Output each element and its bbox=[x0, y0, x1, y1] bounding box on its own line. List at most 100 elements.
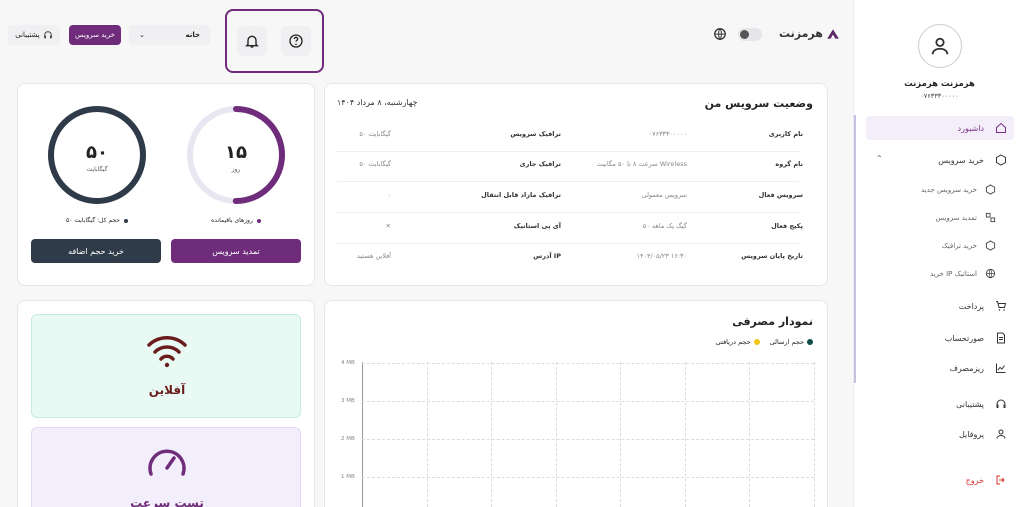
chart-y-axis bbox=[362, 362, 363, 507]
sidebar-item-logout[interactable]: خروج bbox=[866, 468, 1014, 492]
sidebar-item-payment[interactable]: پرداخت bbox=[866, 294, 1014, 318]
user-icon bbox=[994, 427, 1008, 441]
document-icon bbox=[994, 331, 1008, 345]
sidebar-sub-label: خرید IP استاتیک bbox=[930, 270, 977, 278]
support-button[interactable]: پشتیبانی bbox=[8, 25, 60, 45]
legend-dot bbox=[124, 219, 129, 223]
service-status-title: وضعیت سرویس من bbox=[704, 97, 813, 110]
brand-name: هرمزنت bbox=[779, 27, 823, 40]
sidebar-item-profile[interactable]: پروفایل bbox=[866, 422, 1014, 446]
renew-service-label: تمدید سرویس bbox=[212, 246, 260, 256]
status-row-label: تاریخ پایان سرویس bbox=[741, 252, 803, 260]
theme-toggle[interactable] bbox=[738, 28, 762, 41]
speedtest-tile[interactable]: تست سرعت bbox=[31, 427, 301, 507]
speedtest-label: تست سرعت bbox=[130, 496, 204, 507]
row-divider bbox=[337, 151, 799, 152]
status-row-label: ترافیک مازاد قابل انتقال bbox=[481, 191, 561, 199]
chart-y-tick-label: 4 MB bbox=[341, 360, 355, 366]
status-row-label: پکیج فعال bbox=[771, 222, 803, 230]
days-legend: روزهای باقیمانده bbox=[185, 217, 287, 224]
user-name: هرمزنت هرمزنت bbox=[904, 79, 975, 89]
add-volume-button[interactable]: خرید حجم اضافه bbox=[31, 239, 161, 263]
sidebar-item-dashboard[interactable]: داشبورد bbox=[866, 116, 1014, 140]
sidebar-sub-new-service[interactable]: خرید سرویس جدید bbox=[921, 180, 996, 200]
legend-received: حجم دریافتی bbox=[716, 338, 760, 346]
sidebar-item-label: خروج bbox=[965, 475, 984, 485]
row-divider bbox=[337, 243, 799, 244]
chart-gridline bbox=[362, 401, 814, 402]
sidebar-sub-label: خرید ترافیک bbox=[941, 242, 977, 250]
legend-dot bbox=[807, 339, 813, 345]
days-label: روزهای باقیمانده bbox=[211, 217, 253, 224]
speedometer-icon bbox=[148, 449, 186, 476]
user-icon bbox=[931, 37, 949, 55]
sidebar-sub-buy-traffic[interactable]: خرید ترافیک bbox=[941, 236, 996, 256]
support-label: پشتیبانی bbox=[15, 31, 40, 39]
legend-sent: حجم ارسالی bbox=[770, 338, 813, 346]
days-value: ۱۵ bbox=[225, 142, 247, 163]
brand-logo[interactable]: هرمزنت bbox=[779, 27, 840, 40]
service-status-date: چهارشنبه، ۸ مرداد ۱۴۰۴ bbox=[337, 98, 418, 107]
chart-icon bbox=[994, 361, 1008, 375]
days-unit: روز bbox=[231, 166, 241, 173]
wifi-icon bbox=[147, 336, 187, 368]
help-button[interactable] bbox=[281, 26, 311, 56]
brand-mark-icon bbox=[827, 28, 839, 39]
sidebar-item-buy-service[interactable]: ⌃ خرید سرویس bbox=[866, 148, 1014, 172]
sidebar: هرمزنت هرمزنت ۰۷۶۳۳۳۰۰۰۰۰ داشبورد ⌃ خرید… bbox=[853, 0, 1024, 507]
chart-gridline bbox=[427, 362, 428, 507]
volume-label: حجم کل: گیگابایت ۵۰ bbox=[65, 217, 121, 224]
notifications-button[interactable] bbox=[237, 26, 267, 56]
chevron-up-icon: ⌃ bbox=[876, 154, 883, 163]
question-icon bbox=[289, 34, 303, 48]
avatar[interactable] bbox=[918, 24, 962, 68]
sidebar-item-label: پروفایل bbox=[958, 429, 984, 439]
legend-dot bbox=[256, 219, 261, 223]
chart-gridline bbox=[491, 362, 492, 507]
renew-service-button[interactable]: تمدید سرویس bbox=[171, 239, 301, 263]
status-row-value: آفلاین هستید bbox=[356, 252, 391, 260]
buy-service-button[interactable]: خرید سرویس bbox=[69, 25, 121, 45]
home-select[interactable]: ⌄ خانه bbox=[129, 25, 210, 45]
globe-icon bbox=[985, 268, 996, 281]
row-divider bbox=[337, 212, 799, 213]
sidebar-item-support[interactable]: پشتیبانی bbox=[866, 392, 1014, 416]
volume-unit: گیگابایت bbox=[86, 166, 108, 173]
sidebar-item-label: صورتحساب bbox=[944, 333, 984, 343]
status-row-value: ۵۰ گیگ یک ماهه bbox=[642, 222, 687, 230]
offline-label: آفلاین bbox=[148, 383, 186, 397]
logout-icon bbox=[994, 473, 1008, 487]
add-volume-label: خرید حجم اضافه bbox=[68, 246, 124, 256]
chart-title: نمودار مصرفی bbox=[732, 315, 813, 328]
sidebar-item-invoice[interactable]: صورتحساب bbox=[866, 326, 1014, 350]
headset-icon bbox=[43, 31, 52, 39]
sidebar-scrollbar[interactable] bbox=[854, 115, 856, 383]
legend-dot bbox=[753, 339, 760, 345]
chart-gridline bbox=[814, 362, 815, 507]
usage-chart-card bbox=[324, 300, 828, 507]
home-icon bbox=[994, 121, 1008, 135]
sidebar-item-label: خرید سرویس bbox=[938, 155, 984, 165]
chart-y-tick-label: 3 MB bbox=[341, 398, 355, 404]
sidebar-sub-static-ip[interactable]: خرید IP استاتیک bbox=[930, 264, 996, 284]
headset-icon bbox=[994, 397, 1008, 411]
language-globe-icon[interactable] bbox=[713, 27, 727, 43]
chart-gridline bbox=[556, 362, 557, 507]
home-select-value: خانه bbox=[185, 31, 200, 39]
sidebar-sub-renew-service[interactable]: تمدید سرویس bbox=[936, 208, 997, 228]
chevron-down-icon: ⌄ bbox=[139, 31, 145, 39]
box-icon bbox=[994, 153, 1008, 167]
status-row-value: ۰۷۶۳۳۳۰۰۰۰۰ bbox=[648, 130, 687, 138]
buy-service-label: خرید سرویس bbox=[74, 31, 116, 39]
chart-y-tick-label: 1 MB bbox=[341, 474, 355, 480]
moon-icon bbox=[740, 30, 749, 39]
sidebar-item-usage[interactable]: ریزمصرف bbox=[866, 356, 1014, 380]
offline-tile[interactable]: آفلاین bbox=[31, 314, 301, 418]
row-divider bbox=[337, 181, 799, 182]
sidebar-item-label: پشتیبانی bbox=[956, 399, 984, 409]
status-row-value: سرعت ۸ تا ۵۰ مگابیت Wireless bbox=[596, 160, 687, 168]
status-row-value: ۱۴۰۴/۰۵/۲۳ ۱۶:۳۰ bbox=[636, 252, 687, 260]
chart-gridline bbox=[362, 363, 814, 364]
box-icon bbox=[985, 239, 996, 253]
status-row-value: ۵۰ گیگابایت bbox=[359, 160, 391, 168]
